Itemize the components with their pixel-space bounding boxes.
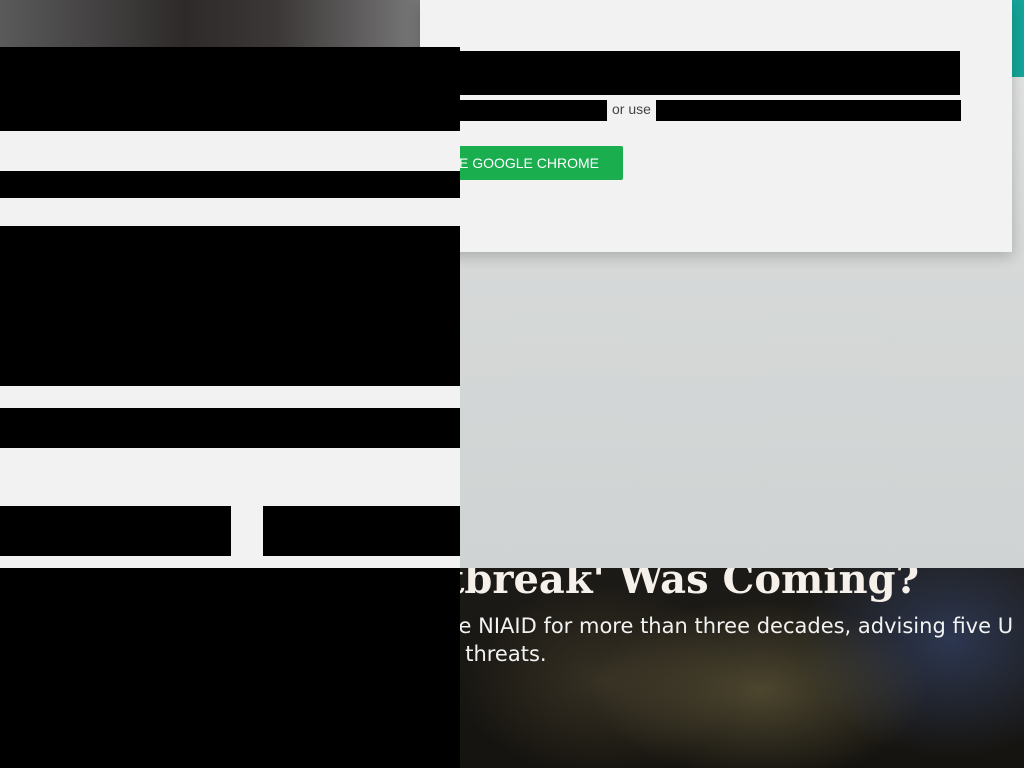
- redacted-button-left[interactable]: [0, 506, 231, 556]
- redacted-text-line: [0, 171, 460, 198]
- redacted-footer-block: [0, 568, 460, 768]
- or-use-text: or use: [612, 101, 651, 117]
- redacted-heading: [420, 51, 960, 95]
- accent-tab[interactable]: [1012, 0, 1024, 77]
- panel-spacer: [0, 386, 460, 408]
- panel-spacer: [0, 131, 460, 171]
- redacted-content-block: [0, 226, 460, 386]
- panel-spacer: [0, 198, 460, 226]
- page: Outbreak' Was Coming? the NIAID for more…: [0, 0, 1024, 768]
- left-panel: [0, 0, 460, 768]
- redacted-text-line: [0, 408, 460, 448]
- hero-subtitle-line-1: the NIAID for more than three decades, a…: [437, 614, 1014, 638]
- redacted-browser-link-right: [656, 100, 961, 121]
- hero-subtitle-line-2: th threats.: [437, 642, 547, 666]
- redacted-header-block: [0, 47, 460, 131]
- hero-subtitle: the NIAID for more than three decades, a…: [437, 612, 1013, 668]
- redacted-button-right[interactable]: [263, 506, 460, 556]
- browser-upgrade-popup: or use E GOOGLE CHROME: [420, 0, 1012, 252]
